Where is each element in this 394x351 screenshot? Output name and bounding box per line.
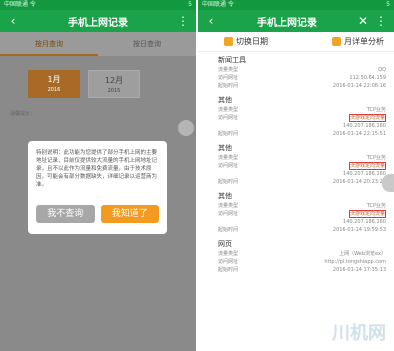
month-picker: 1月 2016 12月 2015 [0,56,196,98]
type-label: 流量类型 [218,155,239,161]
record-title: 新闻工具 [218,56,246,64]
left-screen: 中国联通 令 5 ‹ 手机上网记录 ⋮ 按月查询 按日查询 1月 2016 12… [0,0,196,351]
record-item[interactable]: 其他 流量类型 TCP业务 访问网址 沃游戏定向流量 140.207.186.160… [198,140,394,188]
monthly-analysis-button[interactable]: 月详单分析 [332,36,384,47]
addr-value: 112.50.64.159 [349,75,386,81]
status-bar: 中国联通 令 5 [198,0,394,10]
type-label: 流量类型 [218,67,239,73]
status-time: 5 [188,1,192,8]
more-icon[interactable]: ⋮ [374,14,388,28]
floating-bubble-icon[interactable] [382,174,394,192]
nav-bar: ‹ 手机上网记录 ⋮ [0,10,196,32]
page-title: 手机上网记录 [257,17,317,29]
record-item[interactable]: 其他 流量类型 TCP业务 访问网址 沃游戏定向流量 140.207.186.160… [198,188,394,236]
carrier: 中国联通 令 [4,1,36,8]
addr-label: 访问网址 [218,211,239,217]
record-item[interactable]: 其他 流量类型 TCP业务 访问网址 沃游戏定向流量 140.207.186.160… [198,92,394,140]
type-value: 上网（Web浏览ex） [339,251,386,257]
record-item[interactable]: 新闻工具 流量类型 QQ 访问网址 112.50.64.159 起始时间 2016-0… [198,52,394,92]
month-label: 12月 [104,76,124,85]
addr-label: 访问网址 [218,75,239,81]
addr-label: 访问网址 [218,115,239,121]
close-icon[interactable]: ✕ [356,14,370,28]
query-tabs: 按月查询 按日查询 [0,32,196,56]
month-year: 2016 [47,87,61,93]
toolbar: 切换日期 月详单分析 [198,32,394,52]
month-option-12[interactable]: 12月 2015 [88,70,140,98]
status-time: 5 [386,1,390,8]
addr-label: 访问网址 [218,259,239,265]
record-title: 其他 [218,96,232,104]
record-title: 其他 [218,144,232,152]
chart-icon [332,37,341,46]
calendar-icon [224,37,233,46]
floating-bubble-icon[interactable] [178,120,194,136]
page-title: 手机上网记录 [68,17,128,29]
notice-dialog: 特别说明：此功能为您提供了部分手机上网的主要地址记录，目前仅提供较大流量的手机上… [28,141,167,234]
watermark-logo: 川机网 [332,323,386,344]
time-value: 2016-01-14 22:15:51 [332,131,386,137]
time-value: 2016-01-14 17:35:13 [332,267,386,273]
time-label: 起始时间 [218,227,239,233]
month-label: 1月 [47,75,61,84]
record-title: 网页 [218,240,232,248]
record-title: 其他 [218,192,232,200]
ip-value: 140.207.186.160 [343,171,386,177]
tab-monthly[interactable]: 按月查询 [0,32,98,56]
back-icon[interactable]: ‹ [204,14,218,28]
records-list: 新闻工具 流量类型 QQ 访问网址 112.50.64.159 起始时间 2016-0… [198,52,394,276]
ip-value: 140.207.186.160 [343,123,386,129]
confirm-button[interactable]: 我知道了 [100,205,159,223]
time-label: 起始时间 [218,83,239,89]
time-label: 起始时间 [218,131,239,137]
type-value: TCP业务 [366,155,386,161]
addr-label: 访问网址 [218,163,239,169]
more-icon[interactable]: ⋮ [176,14,190,28]
nav-bar: ‹ 手机上网记录 ✕ ⋮ [198,10,394,32]
type-label: 流量类型 [218,251,239,257]
time-label: 起始时间 [218,179,239,185]
carrier: 中国联通 令 [202,1,234,8]
dialog-text: 特别说明：此功能为您提供了部分手机上网的主要地址记录，目前仅提供较大流量的手机上… [36,150,158,188]
addr-value: http://pl.tongshiapp.com [324,259,386,265]
monthly-analysis-label: 月详单分析 [344,37,384,46]
record-item[interactable]: 网页 流量类型 上网（Web浏览ex） 访问网址 http://pl.tongshi… [198,236,394,276]
right-screen: 中国联通 令 5 ‹ 手机上网记录 ✕ ⋮ 切换日期 月详单分析 新闻工具 流量… [198,0,394,351]
hint-text: 温馨提示： [10,111,36,117]
type-value: TCP业务 [366,107,386,113]
addr-highlight: 沃游戏定向流量 [348,210,386,218]
switch-date-button[interactable]: 切换日期 [224,36,268,47]
month-year: 2015 [107,88,121,94]
back-icon[interactable]: ‹ [6,14,20,28]
tab-daily[interactable]: 按日查询 [98,32,196,56]
time-value: 2016-01-14 20:23:25 [332,179,386,185]
dialog-buttons: 我不查询 我知道了 [36,205,159,223]
cancel-button[interactable]: 我不查询 [36,205,95,223]
type-label: 流量类型 [218,203,239,209]
ip-value: 140.207.186.160 [343,219,386,225]
addr-highlight: 沃游戏定向流量 [348,162,386,170]
time-value: 2016-01-14 19:59:53 [332,227,386,233]
status-bar: 中国联通 令 5 [0,0,196,10]
time-label: 起始时间 [218,267,239,273]
switch-date-label: 切换日期 [236,37,268,46]
type-value: QQ [378,67,386,73]
type-label: 流量类型 [218,107,239,113]
month-option-1[interactable]: 1月 2016 [28,70,80,98]
time-value: 2016-01-14 22:08:16 [332,83,386,89]
addr-highlight: 沃游戏定向流量 [348,114,386,122]
type-value: TCP业务 [366,203,386,209]
